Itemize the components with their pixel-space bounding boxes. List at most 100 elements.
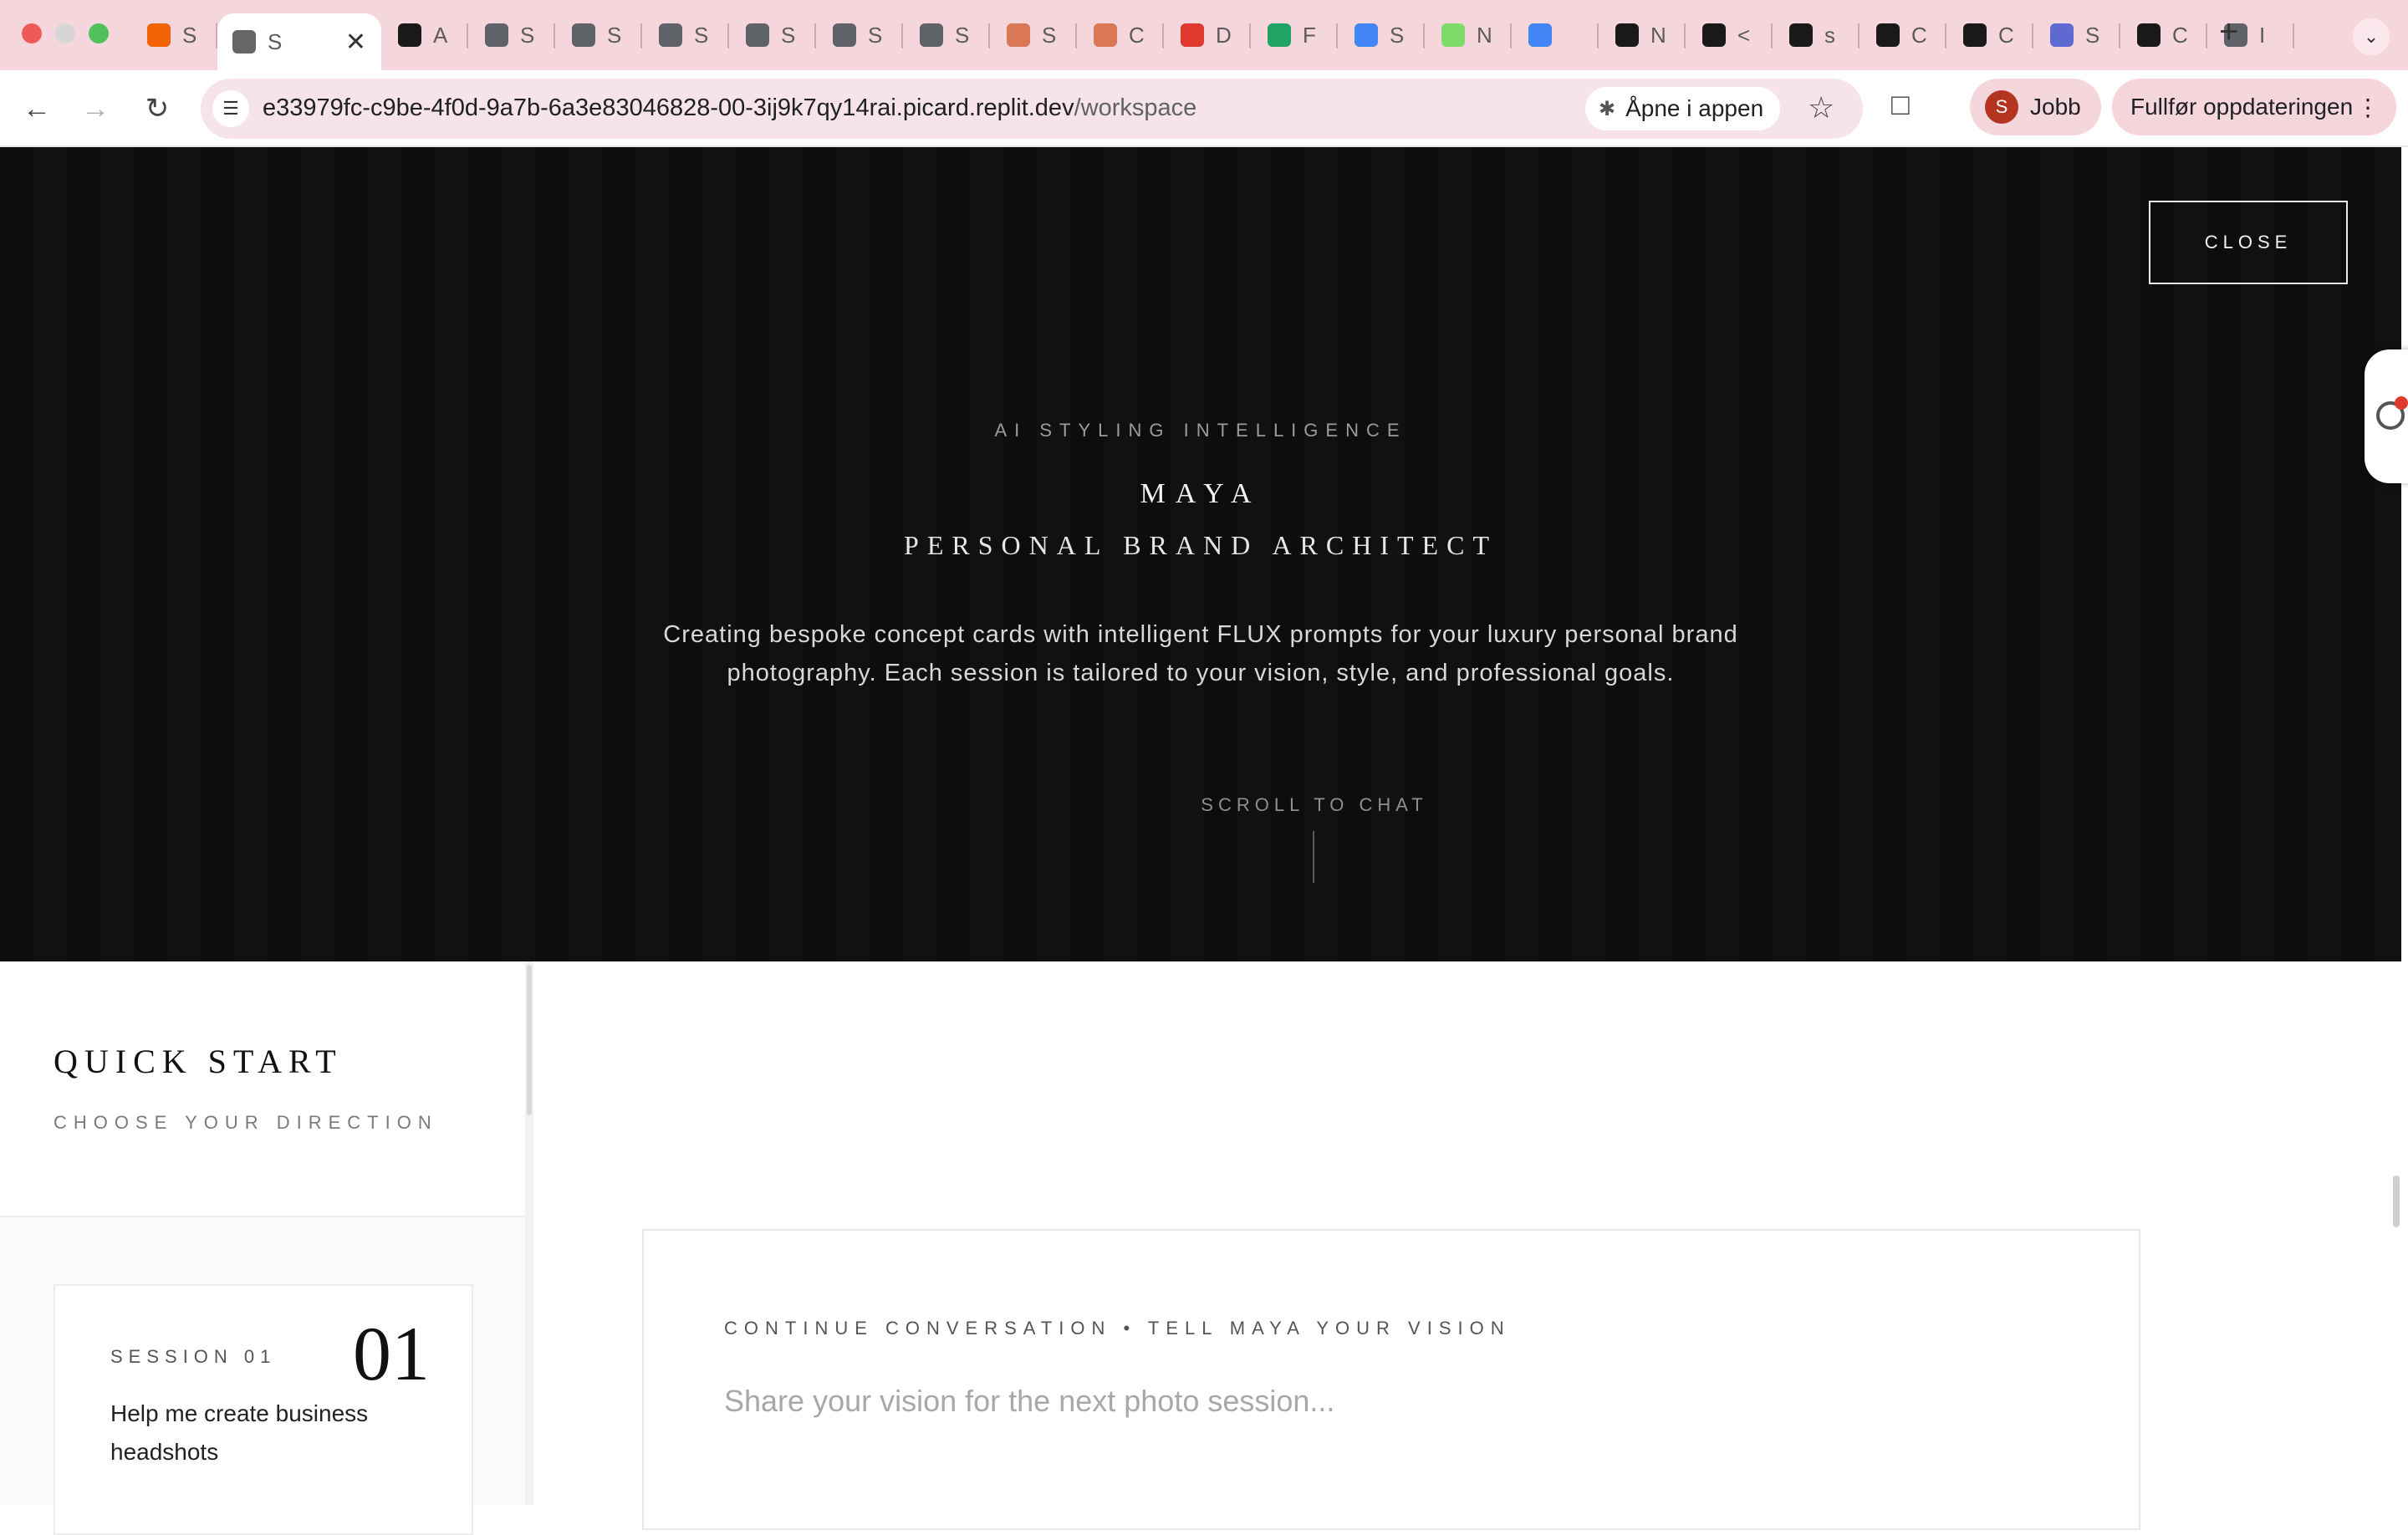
bookmark-star-icon[interactable]: ☆ [1808,90,1834,125]
open-in-app-label: Åpne i appen [1625,95,1764,121]
close-button[interactable]: CLOSE [2149,201,2348,284]
window-minimize-button[interactable] [55,23,75,43]
globe-icon [572,23,595,47]
browser-tab[interactable]: C [1077,0,1164,70]
browser-tab[interactable]: C [1860,0,1946,70]
browser-tab[interactable]: S ✕ [217,13,381,70]
tab-title: C [2172,22,2188,48]
notion-icon [1615,23,1639,47]
browser-tab[interactable]: C [1946,0,2033,70]
browser-tab[interactable]: S [903,0,990,70]
assistant-role: PERSONAL BRAND ARCHITECT [904,530,1497,560]
tab-title: S [607,22,622,48]
browser-tab[interactable]: N [1425,0,1512,70]
tab-title: S [955,22,970,48]
browser-tab[interactable]: D [1164,0,1251,70]
browser-tab[interactable]: S [729,0,816,70]
browser-tab[interactable]: S [130,0,217,70]
reload-icon[interactable]: ↻ [139,90,176,127]
docs-icon [1354,23,1378,47]
more-vertical-icon[interactable]: ⋮ [2356,94,2380,121]
claude-icon [1007,23,1030,47]
page-scrollbar-thumb[interactable] [2393,1175,2400,1227]
new-tab-button[interactable]: + [2219,13,2238,51]
browser-tab[interactable]: < [1686,0,1773,70]
page-icon [232,30,256,54]
open-in-app-button[interactable]: ✱ Åpne i appen [1585,87,1781,130]
browser-tab[interactable] [1512,0,1599,70]
window-maximize-button[interactable] [89,23,109,43]
session-card[interactable]: SESSION 01 01 Help me create business he… [54,1284,473,1535]
session-label: SESSION 01 [110,1346,277,1367]
claude-icon [1094,23,1117,47]
tab-title: C [1998,22,2014,48]
site-info-icon[interactable]: ☰ [212,90,249,127]
sidebar-title: QUICK START [54,1043,343,1080]
assistant-name: MAYA [1140,478,1262,509]
tab-title: S [2085,22,2100,48]
scrollbar-thumb[interactable] [527,965,532,1115]
browser-tab[interactable]: S [468,0,555,70]
avatar: S [1985,90,2018,124]
window-close-button[interactable] [22,23,42,43]
hero-eyebrow: AI STYLING INTELLIGENCE [994,420,1407,441]
address-bar[interactable]: ☰ e33979fc-c9be-4f0d-9a7b-6a3e83046828-0… [201,79,1863,139]
tab-title: S [520,22,535,48]
notification-dot [2395,396,2408,410]
chat-label: CONTINUE CONVERSATION • TELL MAYA YOUR V… [724,1318,1511,1339]
floating-assistant-widget[interactable] [2365,349,2408,483]
cube-icon [1876,23,1900,47]
browser-tab[interactable]: S [555,0,642,70]
sidebar-subtitle: CHOOSE YOUR DIRECTION [54,1112,438,1133]
tab-title: S [694,22,709,48]
tab-title: S [1390,22,1405,48]
tab-title: A [433,22,448,48]
browser-tab[interactable]: s [1773,0,1860,70]
hero-description-line: photography. Each session is tailored to… [727,660,1675,686]
browser-tab[interactable]: S [990,0,1077,70]
globe-icon [485,23,508,47]
browser-tab-strip: S S ✕ A S S S S S S S C D F S N N < s C C S C I + ⌄ [0,0,2408,70]
browser-tab[interactable]: S [642,0,729,70]
session-list: SESSION 01 01 Help me create business he… [0,1217,533,1535]
back-arrow-icon[interactable]: ← [18,90,55,127]
lp-icon [398,23,421,47]
chat-area: CONTINUE CONVERSATION • TELL MAYA YOUR V… [535,961,2401,1530]
scroll-to-chat-link[interactable]: SCROLL TO CHAT [1201,794,1428,816]
tab-search-button[interactable]: ⌄ [2353,18,2390,55]
browser-tab[interactable]: S [1338,0,1425,70]
doc-red-icon [1181,23,1204,47]
tab-title: C [1129,22,1145,48]
url-text[interactable]: e33979fc-c9be-4f0d-9a7b-6a3e83046828-00-… [263,94,1196,122]
tab-title: S [781,22,796,48]
n-icon [1441,23,1465,47]
session-number: 01 [353,1311,430,1396]
tab-title: N [1477,22,1492,48]
tab-title: F [1303,22,1316,48]
browser-tab[interactable]: N [1599,0,1686,70]
cube-icon [2137,23,2161,47]
close-tab-icon[interactable]: ✕ [345,28,366,57]
tab-separator [2293,23,2294,48]
code-icon [1702,23,1726,47]
forward-arrow-icon[interactable]: → [77,90,114,127]
tab-title: S [182,22,197,48]
browser-tab[interactable]: S [816,0,903,70]
tab-title: I [2259,22,2266,48]
browser-tab[interactable]: C [2120,0,2207,70]
browser-tab[interactable]: F [1251,0,1338,70]
update-button[interactable]: Fullfør oppdateringen ⋮ [2112,79,2396,135]
cube-icon [1963,23,1987,47]
quick-start-sidebar: QUICK START CHOOSE YOUR DIRECTION SESSIO… [0,961,533,1535]
tab-title: D [1216,22,1232,48]
extensions-puzzle-icon[interactable]: □ [1891,87,1910,122]
browser-tab[interactable]: S [2033,0,2120,70]
scroll-indicator-line [1313,831,1314,883]
url-path: /workspace [1074,94,1197,121]
update-label: Fullfør oppdateringen [2130,94,2354,120]
globe-icon [920,23,943,47]
profile-button[interactable]: S Jobb [1970,79,2101,135]
browser-tab[interactable]: A [381,0,468,70]
sidebar-scrollbar[interactable] [525,961,533,1505]
chat-input[interactable] [724,1378,2062,1425]
